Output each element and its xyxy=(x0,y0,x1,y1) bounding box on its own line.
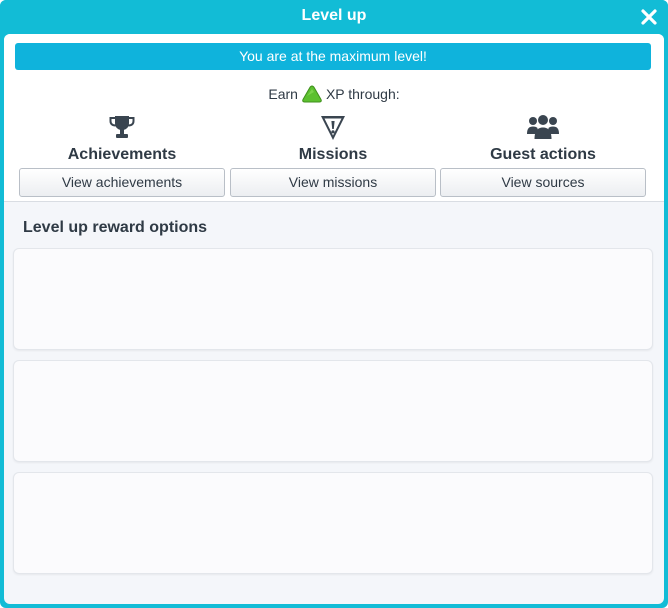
reward-options-title: Level up reward options xyxy=(23,219,208,236)
source-guest-actions: Guest actions View sources xyxy=(440,112,646,198)
achievements-label: Achievements xyxy=(67,146,177,163)
missions-label: Missions xyxy=(298,146,368,163)
close-button[interactable] xyxy=(636,4,662,30)
max-level-banner: You are at the maximum level! xyxy=(15,43,651,70)
trophy-icon xyxy=(109,116,135,138)
earn-prefix: Earn xyxy=(268,86,298,102)
xp-triangle-icon xyxy=(302,85,322,103)
level-up-window: Level up You are at the maximum level! E… xyxy=(0,0,668,608)
reward-option-card[interactable] xyxy=(13,248,653,350)
title-bar: Level up xyxy=(0,0,668,34)
view-missions-button[interactable]: View missions xyxy=(230,168,436,197)
view-achievements-button[interactable]: View achievements xyxy=(19,168,225,197)
guest-actions-label: Guest actions xyxy=(490,146,596,163)
content-area: You are at the maximum level! Earn XP th… xyxy=(4,34,664,604)
view-sources-button[interactable]: View sources xyxy=(440,168,646,197)
reward-option-card[interactable] xyxy=(13,472,653,574)
mission-warning-icon xyxy=(321,116,345,140)
reward-option-card[interactable] xyxy=(13,360,653,462)
close-icon xyxy=(641,9,657,25)
source-achievements: Achievements View achievements xyxy=(19,112,225,198)
earn-xp-line: Earn XP through: xyxy=(4,82,664,106)
window-title: Level up xyxy=(301,7,367,24)
source-missions: Missions View missions xyxy=(230,112,436,198)
earn-suffix: XP through: xyxy=(325,86,400,102)
xp-sources-panel: You are at the maximum level! Earn XP th… xyxy=(4,34,664,202)
guests-group-icon xyxy=(527,115,559,139)
